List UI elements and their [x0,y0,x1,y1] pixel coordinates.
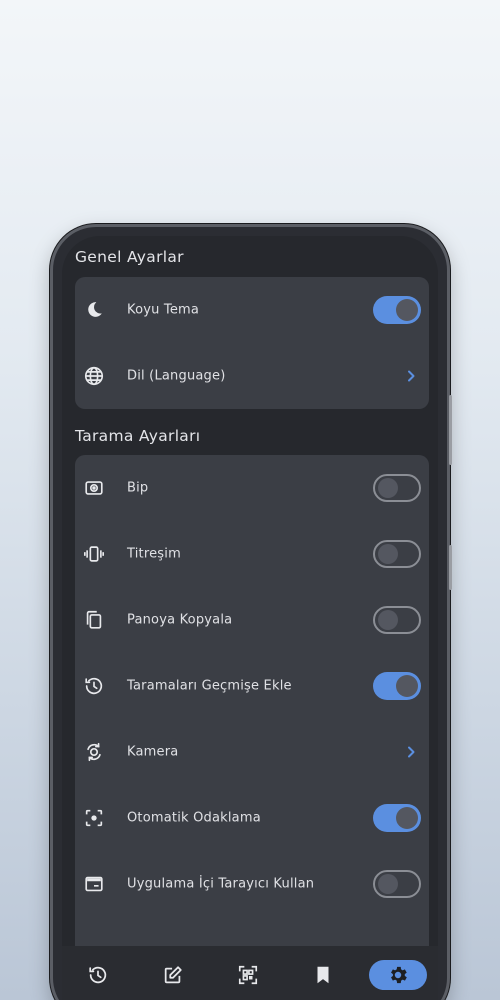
setting-row-language[interactable]: Dil (Language) [75,343,429,409]
nav-history[interactable] [69,960,127,990]
copy-clipboard-toggle[interactable] [373,606,421,634]
in-app-browser-toggle[interactable] [373,870,421,898]
qr-scan-icon [238,965,258,985]
toggle-knob [396,675,418,697]
toggle-knob [396,299,418,321]
globe-icon [82,364,106,388]
nav-settings[interactable] [369,960,427,990]
section-title-general: Genel Ayarlar [75,248,184,266]
moon-icon [82,298,106,322]
nav-create[interactable] [144,960,202,990]
phone-volume-button [449,395,452,465]
history-icon [82,674,106,698]
setting-row-autofocus[interactable]: Otomatik Odaklama [75,785,429,851]
vibration-toggle[interactable] [373,540,421,568]
browser-icon [82,872,106,896]
setting-label: Panoya Kopyala [127,612,233,628]
toggle-knob [378,874,398,894]
toggle-knob [378,544,398,564]
beep-toggle[interactable] [373,474,421,502]
add-history-toggle[interactable] [373,672,421,700]
toggle-knob [396,807,418,829]
history-icon [89,966,107,984]
setting-row-in-app-browser[interactable]: Uygulama İçi Tarayıcı Kullan [75,851,429,917]
chevron-right-icon [408,370,415,382]
vibration-icon [82,542,106,566]
setting-row-vibration[interactable]: Titreşim [75,521,429,587]
setting-label: Uygulama İçi Tarayıcı Kullan [127,876,315,892]
nav-scan[interactable] [219,960,277,990]
setting-label: Titreşim [127,546,181,562]
setting-label: Otomatik Odaklama [127,810,261,826]
gear-icon [391,966,407,984]
setting-row-camera[interactable]: Kamera [75,719,429,785]
setting-row-copy-clipboard[interactable]: Panoya Kopyala [75,587,429,653]
setting-label: Dil (Language) [127,368,226,384]
camera-switch-icon [82,740,106,764]
setting-label: Taramaları Geçmişe Ekle [127,678,292,694]
setting-label: Kamera [127,744,179,760]
setting-row-dark-theme[interactable]: Koyu Tema [75,277,429,343]
edit-icon [164,966,182,984]
toggle-knob [378,610,398,630]
card-general: Koyu Tema Dil (Language) [75,277,429,409]
chevron-right-icon [408,746,415,758]
bottom-navigation [62,946,438,1000]
setting-label: Bip [127,480,149,496]
toggle-knob [378,478,398,498]
autofocus-toggle[interactable] [373,804,421,832]
nav-bookmarks[interactable] [294,960,352,990]
copy-icon [82,608,106,632]
setting-label: Koyu Tema [127,302,200,318]
settings-screen: Genel Ayarlar Koyu Tema Dil (Language) T… [62,236,438,1000]
card-scan: Bip Titreşim Panoya Kopyala Taramaları G… [75,455,429,975]
setting-row-beep[interactable]: Bip [75,455,429,521]
phone-power-button [449,545,452,590]
dark-theme-toggle[interactable] [373,296,421,324]
phone-frame: Genel Ayarlar Koyu Tema Dil (Language) T… [50,224,450,1000]
setting-row-add-history[interactable]: Taramaları Geçmişe Ekle [75,653,429,719]
focus-icon [82,806,106,830]
speaker-icon [82,476,106,500]
bookmark-icon [317,966,329,984]
section-title-scan: Tarama Ayarları [75,427,201,445]
